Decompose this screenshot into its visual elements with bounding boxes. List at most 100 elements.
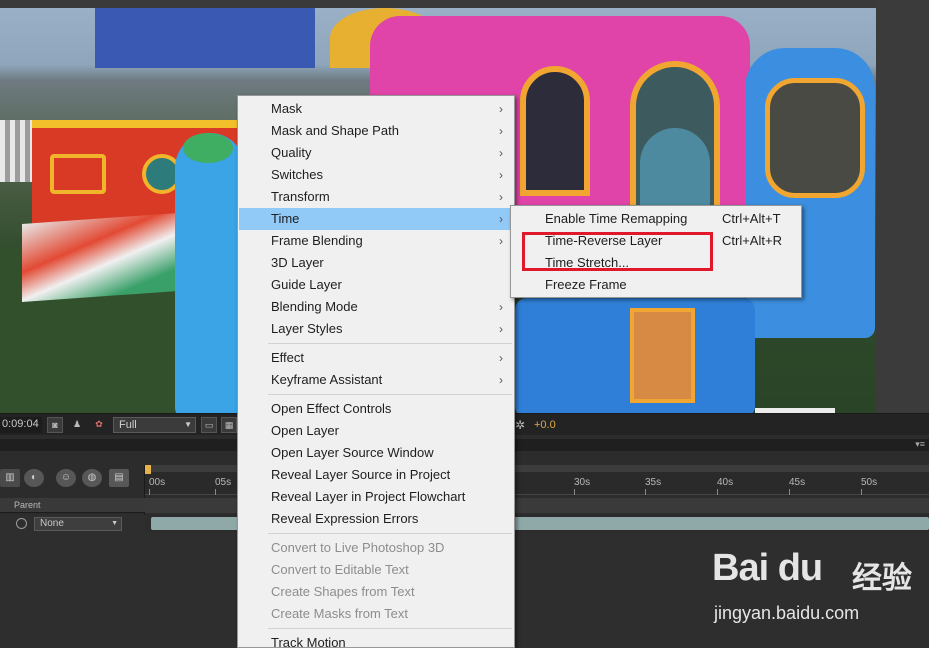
submenu-item-label: Enable Time Remapping [545,211,688,226]
chevron-right-icon: › [499,146,503,160]
shortcut-label: Ctrl+Alt+R [722,233,782,248]
menu-item-label: Reveal Expression Errors [271,511,419,526]
ruler-tick: 35s [645,477,662,495]
hide-shy-layers-icon[interactable]: ☺ [56,469,76,487]
snapshot-icon[interactable]: ◙ [47,417,63,433]
menu-item-label: Quality [271,145,312,160]
menu-item-transform[interactable]: Transform › [239,186,513,208]
chevron-down-icon: ▼ [111,520,118,527]
submenu-item-enable-time-remapping[interactable]: Enable Time Remapping Ctrl+Alt+T [512,208,800,230]
menu-item-label: Create Masks from Text [271,606,409,621]
ruler-tick: 45s [789,477,806,495]
timecode-display[interactable]: 0:09:04 [0,417,42,433]
show-snapshot-icon[interactable]: ♟ [69,417,85,433]
menu-item-label: Open Effect Controls [271,401,392,416]
chevron-right-icon: › [499,124,503,138]
draft-3d-icon[interactable]: ◐ [24,469,44,487]
shortcut-label: Ctrl+Alt+T [722,211,781,226]
layer-row[interactable]: None ▼ [0,515,145,533]
layer-context-menu: Mask › Mask and Shape Path › Quality › Switche… [237,95,515,648]
chevron-right-icon: › [499,102,503,116]
blue-parrot-figure [175,133,245,413]
menu-item-3d-layer[interactable]: 3D Layer [239,252,513,274]
menu-item-mask[interactable]: Mask › [239,98,513,120]
exposure-value[interactable]: +0.0 [534,417,556,433]
ruler-tick: 05s [215,477,232,495]
menu-item-blending-mode[interactable]: Blending Mode › [239,296,513,318]
menu-item-label: Open Layer Source Window [271,445,434,460]
menu-item-layer-styles[interactable]: Layer Styles › [239,318,513,340]
menu-item-label: Frame Blending [271,233,363,248]
ruler-tick: 30s [574,477,591,495]
reset-exposure-icon[interactable]: ✲ [515,417,525,433]
menu-item-keyframe-assistant[interactable]: Keyframe Assistant › [239,369,513,391]
chevron-right-icon: › [499,212,503,226]
chevron-right-icon: › [499,373,503,387]
current-time-indicator[interactable] [145,465,151,474]
menu-item-effect[interactable]: Effect › [239,347,513,369]
menu-item-label: Blending Mode [271,299,358,314]
menu-item-label: Layer Styles [271,321,343,336]
menu-item-label: 3D Layer [271,255,324,270]
menu-item-open-layer[interactable]: Open Layer [239,420,513,442]
motion-blur-icon[interactable]: ▤ [109,469,129,487]
menu-item-label: Transform [271,189,330,204]
resolution-select[interactable]: Full ▼ [113,417,196,433]
folded-tarp [22,212,192,302]
menu-separator [268,628,512,629]
panel-menu-icon[interactable]: ▾≡ [915,439,925,450]
region-of-interest-icon[interactable]: ▭ [201,417,217,433]
menu-separator [268,343,512,344]
parent-column-header: Parent [0,498,145,513]
resolution-value: Full [119,419,137,431]
menu-item-frame-blending[interactable]: Frame Blending › [239,230,513,252]
parent-dropdown[interactable]: None ▼ [34,517,122,531]
chevron-right-icon: › [499,168,503,182]
menu-item-label: Reveal Layer Source in Project [271,467,451,482]
submenu-item-freeze-frame[interactable]: Freeze Frame [512,274,800,296]
chevron-right-icon: › [499,351,503,365]
parent-value: None [40,518,64,529]
menu-item-reveal-layer-in-project-flowchart[interactable]: Reveal Layer in Project Flowchart [239,486,513,508]
menu-item-label: Keyframe Assistant [271,372,383,387]
menu-item-switches[interactable]: Switches › [239,164,513,186]
menu-item-quality[interactable]: Quality › [239,142,513,164]
ruler-tick: 40s [717,477,734,495]
blue-train-car [515,298,755,413]
menu-item-label: Reveal Layer in Project Flowchart [271,489,466,504]
comp-mini-flowchart-icon[interactable]: ▥ [0,469,20,487]
timeline-switches: ▥ ◐ ☺ ◍ ▤ [0,465,145,493]
menu-item-track-motion[interactable]: Track Motion [239,632,513,648]
submenu-item-label: Freeze Frame [545,277,627,292]
menu-item-open-effect-controls[interactable]: Open Effect Controls [239,398,513,420]
menu-item-label: Track Motion [271,635,346,648]
menu-separator [268,394,512,395]
menu-item-reveal-layer-source-in-project[interactable]: Reveal Layer Source in Project [239,464,513,486]
background-building [95,8,315,68]
frame-blending-icon[interactable]: ◍ [82,469,102,487]
menu-item-label: Time [271,211,300,226]
menu-item-label: Convert to Editable Text [271,562,409,577]
transparency-grid-icon[interactable]: ▦ [221,417,237,433]
chevron-right-icon: › [499,234,503,248]
menu-item-convert-to-editable-text: Convert to Editable Text [239,559,513,581]
menu-item-label: Effect [271,350,305,365]
menu-item-mask-and-shape-path[interactable]: Mask and Shape Path › [239,120,513,142]
menu-separator [268,533,512,534]
menu-item-guide-layer[interactable]: Guide Layer [239,274,513,296]
menu-item-reveal-expression-errors[interactable]: Reveal Expression Errors [239,508,513,530]
menu-item-create-shapes-from-text: Create Shapes from Text [239,581,513,603]
menu-item-label: Open Layer [271,423,339,438]
menu-item-convert-to-live-photoshop-3d: Convert to Live Photoshop 3D [239,537,513,559]
chevron-right-icon: › [499,300,503,314]
viewer-pasteboard [876,0,929,413]
chevron-down-icon: ▼ [184,420,192,429]
annotation-highlight-box [522,232,713,271]
pickwhip-icon[interactable] [16,518,27,529]
color-channels-icon[interactable]: ✿ [91,417,107,433]
menu-item-open-layer-source-window[interactable]: Open Layer Source Window [239,442,513,464]
menu-item-time[interactable]: Time › [239,208,513,230]
menu-item-create-masks-from-text: Create Masks from Text [239,603,513,625]
menu-item-label: Create Shapes from Text [271,584,415,599]
menu-item-label: Mask [271,101,303,116]
